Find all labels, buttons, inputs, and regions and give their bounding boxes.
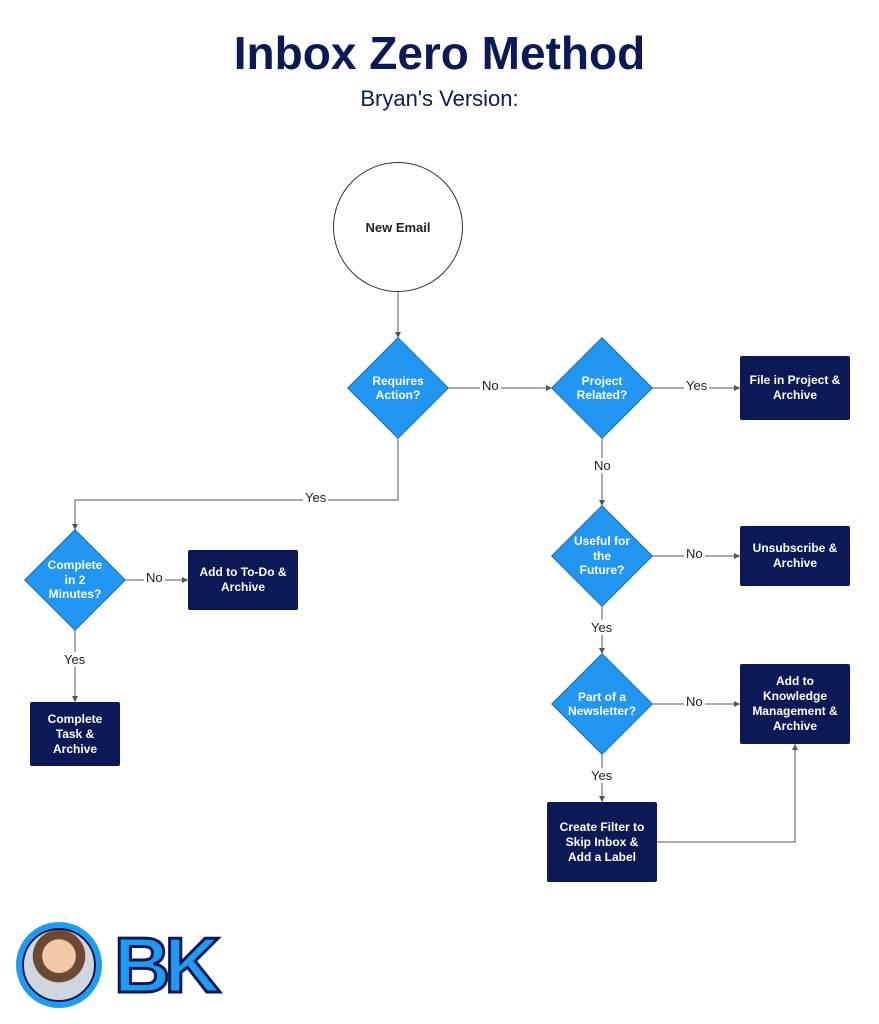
logo-text: BK bbox=[114, 926, 215, 1004]
node-start-label: New Email bbox=[365, 220, 430, 235]
page-title: Inbox Zero Method bbox=[0, 26, 879, 80]
node-file-project: File in Project & Archive bbox=[740, 356, 850, 420]
node-part-newsletter: Part of a Newsletter? bbox=[551, 653, 653, 755]
node-complete-task-label: Complete Task & Archive bbox=[36, 712, 114, 757]
page-subtitle: Bryan's Version: bbox=[0, 86, 879, 112]
edge-useful-future-no: No bbox=[684, 546, 705, 561]
node-file-project-label: File in Project & Archive bbox=[746, 373, 844, 403]
edge-part-newsletter-yes: Yes bbox=[589, 768, 614, 783]
node-requires-action: Requires Action? bbox=[347, 337, 449, 439]
node-unsubscribe: Unsubscribe & Archive bbox=[740, 526, 850, 586]
edge-complete-2min-no: No bbox=[144, 570, 165, 585]
node-start: New Email bbox=[333, 162, 463, 292]
node-project-related-label: Project Related? bbox=[567, 353, 637, 423]
edge-project-related-no: No bbox=[592, 458, 613, 473]
node-add-todo: Add to To-Do & Archive bbox=[188, 550, 298, 610]
node-add-knowledge: Add to Knowledge Management & Archive bbox=[740, 664, 850, 744]
node-unsubscribe-label: Unsubscribe & Archive bbox=[746, 541, 844, 571]
node-requires-action-label: Requires Action? bbox=[363, 353, 433, 423]
node-useful-future-label: Useful for the Future? bbox=[567, 521, 637, 591]
node-create-filter-label: Create Filter to Skip Inbox & Add a Labe… bbox=[553, 820, 651, 865]
edge-part-newsletter-no: No bbox=[684, 694, 705, 709]
flowchart-canvas: New Email Requires Action? Project Relat… bbox=[0, 112, 879, 1012]
edge-complete-2min-yes: Yes bbox=[62, 652, 87, 667]
node-complete-2min: Complete in 2 Minutes? bbox=[24, 529, 126, 631]
edge-requires-action-yes: Yes bbox=[303, 490, 328, 505]
author-logo: BK bbox=[16, 922, 215, 1008]
node-create-filter: Create Filter to Skip Inbox & Add a Labe… bbox=[547, 802, 657, 882]
node-complete-task: Complete Task & Archive bbox=[30, 702, 120, 766]
node-part-newsletter-label: Part of a Newsletter? bbox=[567, 669, 637, 739]
node-project-related: Project Related? bbox=[551, 337, 653, 439]
node-useful-future: Useful for the Future? bbox=[551, 505, 653, 607]
edge-useful-future-yes: Yes bbox=[589, 620, 614, 635]
avatar-icon bbox=[16, 922, 102, 1008]
node-add-knowledge-label: Add to Knowledge Management & Archive bbox=[746, 674, 844, 734]
node-add-todo-label: Add to To-Do & Archive bbox=[194, 565, 292, 595]
node-complete-2min-label: Complete in 2 Minutes? bbox=[40, 545, 110, 615]
edge-requires-action-no: No bbox=[480, 378, 501, 393]
edge-project-related-yes: Yes bbox=[684, 378, 709, 393]
